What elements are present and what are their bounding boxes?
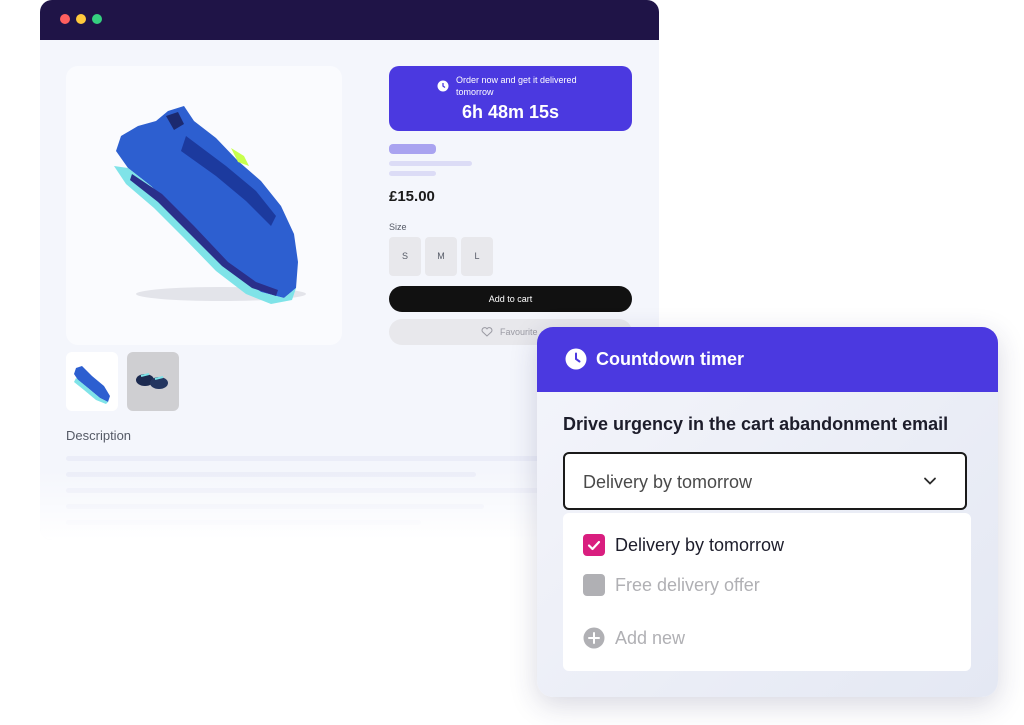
minimize-window-dot[interactable] — [76, 14, 86, 24]
shoe-pair-thumbnail-image — [136, 373, 168, 389]
size-label: Size — [389, 222, 407, 232]
checkmark-icon — [587, 540, 601, 551]
maximize-window-dot[interactable] — [92, 14, 102, 24]
size-option-m[interactable]: M — [425, 237, 457, 276]
close-window-dot[interactable] — [60, 14, 70, 24]
checkbox-unchecked[interactable] — [583, 574, 605, 596]
product-badge-placeholder — [389, 144, 436, 154]
thumbnail-1[interactable] — [66, 352, 118, 411]
clock-icon — [437, 80, 449, 92]
panel-heading: Drive urgency in the cart abandonment em… — [563, 414, 949, 434]
dropdown-selected-value: Delivery by tomorrow — [583, 472, 753, 492]
chevron-down-icon[interactable] — [923, 476, 937, 486]
delivery-countdown-banner: Order now and get it delivered tomorrow … — [389, 66, 632, 131]
panel-header: Countdown timer — [537, 327, 998, 392]
dropdown-options-list: Delivery by tomorrow Free delivery offer… — [563, 513, 971, 671]
product-subtitle-placeholder — [389, 171, 436, 176]
description-label: Description — [66, 428, 132, 443]
add-new-label: Add new — [615, 628, 686, 648]
countdown-value: 6h 48m 15s — [461, 102, 560, 122]
countdown-timer-panel: Countdown timer Drive urgency in the car… — [537, 327, 998, 697]
panel-title: Countdown timer — [596, 349, 744, 369]
add-to-cart-button[interactable]: Add to cart — [389, 286, 632, 312]
checkbox-checked[interactable] — [583, 534, 605, 556]
plus-circle-icon — [583, 627, 605, 649]
thumbnail-2[interactable] — [127, 352, 179, 411]
option-label: Free delivery offer — [615, 575, 760, 595]
favourite-label: Favourite — [500, 327, 538, 337]
size-option-s[interactable]: S — [389, 237, 421, 276]
delivery-message: Order now and get it delivered tomorrow — [456, 75, 577, 97]
heart-icon — [481, 327, 493, 337]
product-title-placeholder — [389, 161, 472, 166]
product-main-image — [66, 66, 342, 345]
description-placeholder-line — [66, 456, 546, 461]
product-price: £15.00 — [389, 188, 435, 205]
running-shoe-image — [114, 106, 306, 304]
browser-title-bar — [40, 0, 659, 40]
clock-icon — [565, 348, 587, 370]
option-label: Delivery by tomorrow — [615, 535, 785, 555]
shoe-thumbnail-image — [74, 366, 110, 404]
size-option-l[interactable]: L — [461, 237, 493, 276]
timer-type-dropdown[interactable]: Delivery by tomorrow — [563, 452, 967, 510]
